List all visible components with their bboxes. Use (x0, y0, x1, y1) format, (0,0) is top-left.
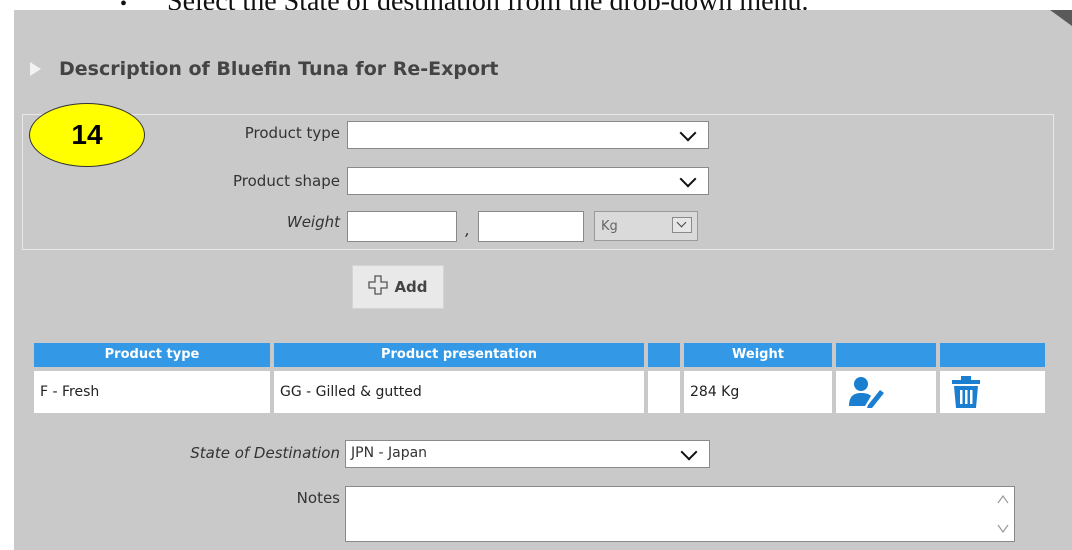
cell-presentation: GG - Gilled & gutted (274, 371, 644, 413)
cell-delete (940, 371, 1045, 413)
section-header[interactable]: Description of Bluefin Tuna for Re-Expor… (30, 58, 498, 80)
header-delete (940, 343, 1045, 367)
corner-fold-icon (1050, 10, 1072, 26)
weight-label: Weight (286, 213, 340, 231)
chevron-down-icon (679, 170, 697, 188)
trash-icon[interactable] (950, 375, 982, 409)
panel-left-margin (0, 10, 14, 550)
header-weight: Weight (684, 343, 832, 367)
header-edit (836, 343, 936, 367)
unit-select[interactable]: Kg (594, 211, 698, 241)
cell-extra (648, 371, 680, 413)
product-type-select[interactable] (347, 121, 709, 149)
chevron-down-icon (680, 443, 698, 461)
edit-user-icon[interactable] (848, 376, 886, 408)
header-blank (648, 343, 680, 367)
section-title: Description of Bluefin Tuna for Re-Expor… (59, 58, 499, 80)
plus-icon (368, 274, 389, 300)
notes-label: Notes (296, 489, 340, 507)
chevron-down-icon (679, 124, 697, 142)
scroll-arrows-icon[interactable] (996, 491, 1010, 537)
product-type-label: Product type (244, 124, 340, 142)
weight-integer-input[interactable] (347, 211, 457, 242)
destination-value: JPN - Japan (351, 445, 428, 461)
expand-triangle-icon[interactable] (30, 62, 41, 76)
chevron-down-icon (676, 217, 687, 228)
step-badge: 14 (29, 103, 145, 167)
weight-decimal-input[interactable] (478, 211, 584, 242)
cell-weight: 284 Kg (684, 371, 832, 413)
add-button[interactable]: Add (352, 265, 444, 309)
cell-product-type: F - Fresh (34, 371, 270, 413)
product-shape-select[interactable] (347, 167, 709, 195)
form-panel (0, 10, 1072, 550)
destination-label: State of Destination (190, 444, 340, 462)
cell-edit (836, 371, 936, 413)
notes-textarea[interactable] (345, 486, 1015, 542)
add-button-label: Add (394, 278, 428, 296)
header-product-presentation: Product presentation (274, 343, 644, 367)
header-product-type: Product type (34, 343, 270, 367)
unit-value: Kg (601, 219, 618, 234)
destination-select[interactable]: JPN - Japan (345, 440, 710, 468)
unit-dropdown-button[interactable] (672, 217, 692, 233)
decimal-comma: , (465, 220, 471, 239)
product-shape-label: Product shape (233, 172, 340, 190)
